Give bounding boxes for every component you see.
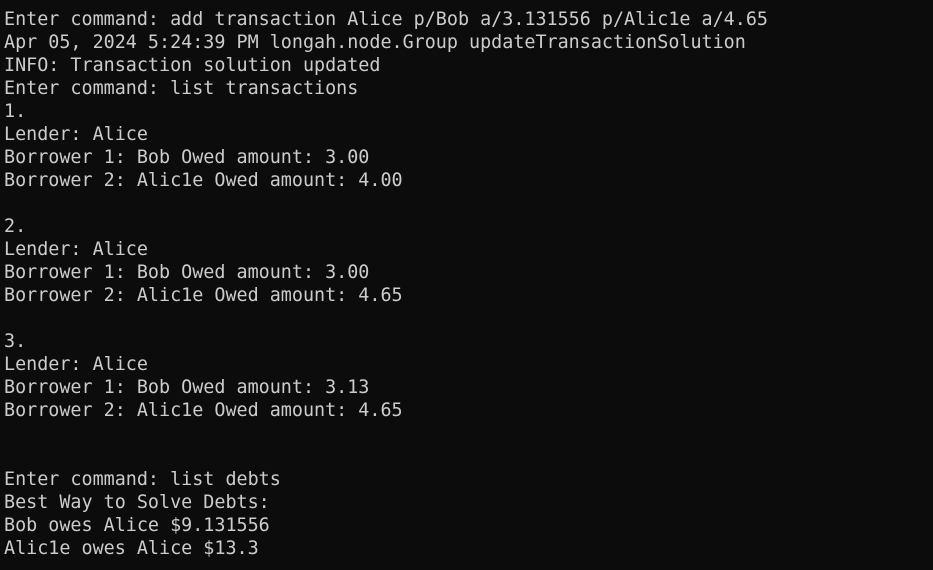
command-line-list-debts: Enter command: list debts xyxy=(4,469,281,490)
transaction-2-lender: Lender: Alice xyxy=(4,239,148,260)
debt-line-alic1e: Alic1e owes Alice $13.3 xyxy=(4,538,259,559)
command-line-add-transaction: Enter command: add transaction Alice p/B… xyxy=(4,9,768,30)
debts-heading: Best Way to Solve Debts: xyxy=(4,492,270,513)
transaction-1-borrower-2: Borrower 2: Alic1e Owed amount: 4.00 xyxy=(4,170,403,191)
transaction-3-borrower-1: Borrower 1: Bob Owed amount: 3.13 xyxy=(4,377,370,398)
transaction-2-borrower-2: Borrower 2: Alic1e Owed amount: 4.65 xyxy=(4,285,403,306)
terminal-output[interactable]: Enter command: add transaction Alice p/B… xyxy=(4,8,933,570)
transaction-3-lender: Lender: Alice xyxy=(4,354,148,375)
log-timestamp-line: Apr 05, 2024 5:24:39 PM longah.node.Grou… xyxy=(4,32,746,53)
command-line-list-transactions: Enter command: list transactions xyxy=(4,78,359,99)
debt-line-bob: Bob owes Alice $9.131556 xyxy=(4,515,270,536)
log-info-line: INFO: Transaction solution updated xyxy=(4,55,381,76)
transaction-3-index: 3. xyxy=(4,331,27,352)
transaction-2-borrower-1: Borrower 1: Bob Owed amount: 3.00 xyxy=(4,262,370,283)
transaction-1-borrower-1: Borrower 1: Bob Owed amount: 3.00 xyxy=(4,147,370,168)
transaction-2-index: 2. xyxy=(4,216,27,237)
transaction-1-index: 1. xyxy=(4,101,27,122)
transaction-1-lender: Lender: Alice xyxy=(4,124,148,145)
transaction-3-borrower-2: Borrower 2: Alic1e Owed amount: 4.65 xyxy=(4,400,403,421)
